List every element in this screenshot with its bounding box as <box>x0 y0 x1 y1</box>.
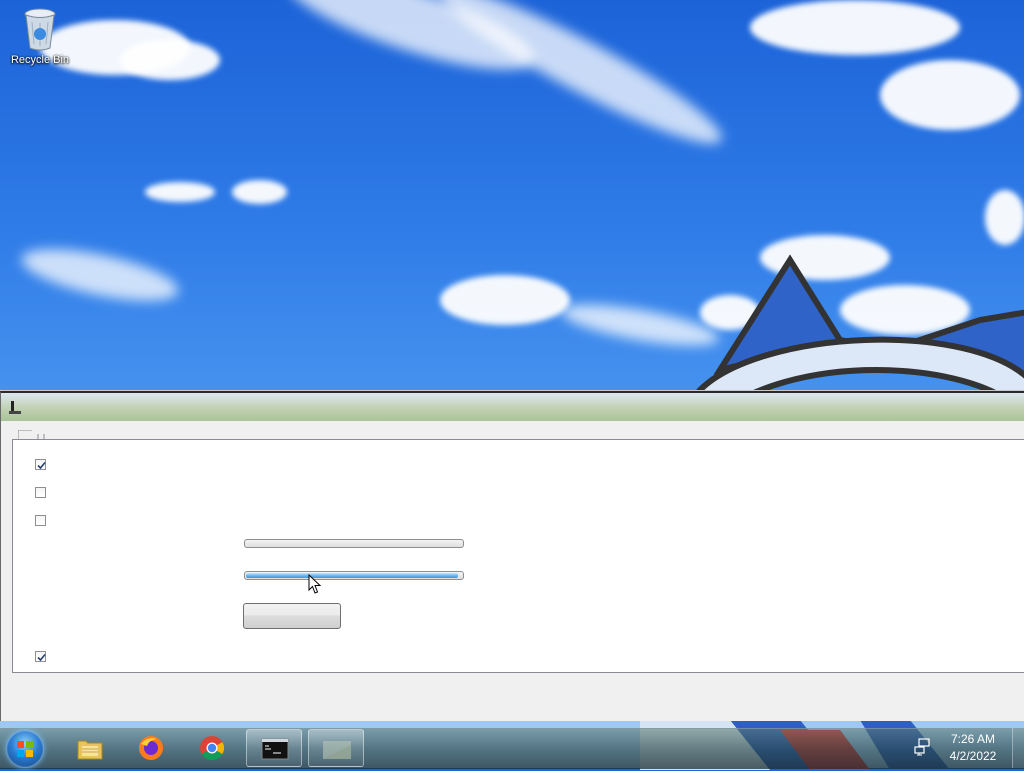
taskbar-app-window[interactable] <box>308 729 364 767</box>
progress-bar-1 <box>244 539 464 548</box>
windows-start-icon <box>17 741 33 757</box>
mouse-cursor-icon <box>308 574 322 594</box>
checkbox-1[interactable] <box>35 459 46 470</box>
action-button[interactable] <box>243 603 341 629</box>
app-window-icon <box>323 741 351 759</box>
window-app-icon <box>9 401 21 414</box>
taskbar-file-explorer[interactable] <box>62 729 118 767</box>
checkbox-2[interactable] <box>35 487 46 498</box>
chrome-icon <box>200 736 225 761</box>
clock-date: 4/2/2022 <box>949 749 997 763</box>
checkbox-4[interactable] <box>35 651 46 662</box>
desktop-icon-recycle-bin[interactable]: Recycle Bin <box>6 6 74 66</box>
command-prompt-icon <box>261 738 289 760</box>
desktop-icon-label: Recycle Bin <box>10 54 70 66</box>
progress-bar-2 <box>244 571 464 580</box>
start-button[interactable] <box>6 730 44 768</box>
network-icon[interactable] <box>914 738 932 756</box>
checkbox-3[interactable] <box>35 515 46 526</box>
window-client-area <box>8 422 1024 721</box>
taskbar-chrome[interactable] <box>184 729 240 767</box>
taskbar-firefox[interactable] <box>123 729 179 767</box>
file-explorer-icon <box>77 740 103 760</box>
clock-time: 7:26 AM <box>950 732 996 746</box>
show-desktop-button[interactable] <box>1012 728 1024 768</box>
title-bar[interactable] <box>1 393 1024 421</box>
progress-fill <box>246 573 458 578</box>
system-clock[interactable]: 7:26 AM 4/2/2022 <box>940 731 1006 765</box>
taskbar-command-prompt[interactable] <box>246 729 302 767</box>
tab-panel <box>12 439 1024 673</box>
app-window <box>0 391 1024 721</box>
firefox-icon <box>139 736 163 760</box>
recycle-bin-icon <box>22 6 58 52</box>
